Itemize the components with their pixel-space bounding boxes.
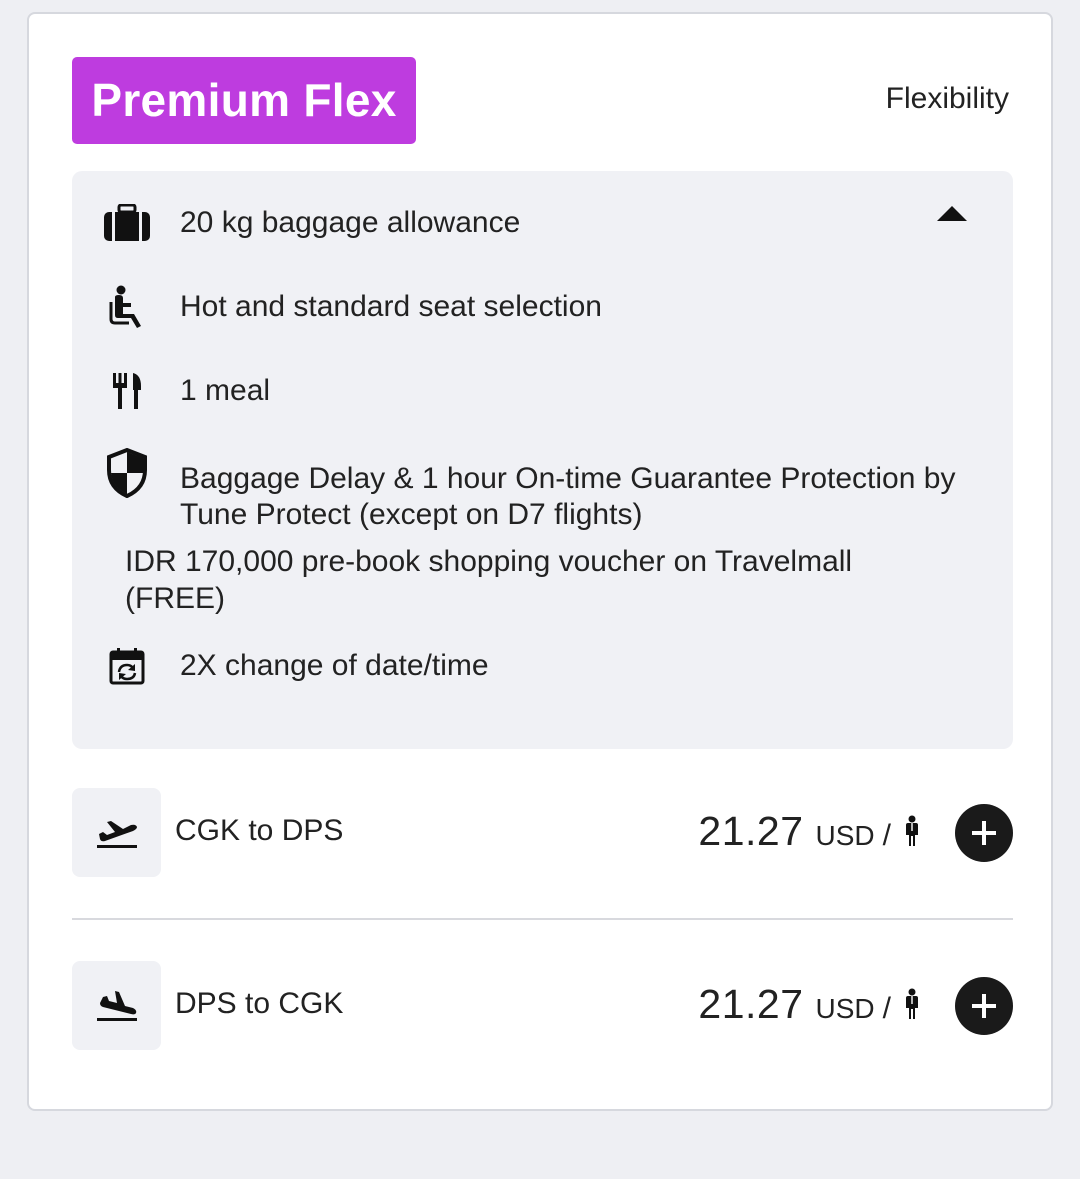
add-return-button[interactable] <box>955 977 1013 1035</box>
plus-icon <box>972 821 996 845</box>
fare-name-badge: Premium Flex <box>72 57 416 144</box>
route-row-outbound: CGK to DPS 21.27 USD / <box>72 788 1013 878</box>
benefit-label: Hot and standard seat selection <box>180 290 602 323</box>
person-icon <box>906 988 918 1019</box>
benefits-panel: 20 kg baggage allowance Hot and standard… <box>72 171 1013 749</box>
landing-icon <box>96 990 137 1021</box>
route-icon-box <box>72 961 161 1050</box>
seat-icon <box>102 285 152 329</box>
plus-icon <box>972 994 996 1018</box>
route-icon-box <box>72 788 161 877</box>
route-label: CGK to DPS <box>175 814 344 847</box>
route-label: DPS to CGK <box>175 987 344 1020</box>
shield-icon <box>102 448 152 498</box>
benefit-label: 20 kg baggage allowance <box>180 206 521 239</box>
fare-subtitle: Flexibility <box>885 82 1009 115</box>
price-amount: 21.27 <box>698 981 804 1027</box>
meal-icon <box>102 369 152 413</box>
benefit-label: 1 meal <box>180 374 271 407</box>
calendar-change-icon <box>102 644 152 688</box>
add-outbound-button[interactable] <box>955 804 1013 862</box>
fare-card: Premium Flex Flexibility 20 kg baggage a… <box>27 12 1053 1111</box>
price-per-separator: / <box>882 992 891 1025</box>
price-per-separator: / <box>882 819 891 852</box>
route-price: 21.27 USD / <box>698 981 921 1028</box>
route-price: 21.27 USD / <box>698 808 921 855</box>
takeoff-icon <box>96 820 137 848</box>
price-currency: USD <box>815 993 875 1024</box>
person-icon <box>906 815 918 846</box>
luggage-icon <box>102 201 152 245</box>
benefit-label: 2X change of date/time <box>180 649 489 682</box>
benefit-voucher: IDR 170,000 pre-book shopping voucher on… <box>125 545 853 615</box>
price-amount: 21.27 <box>698 808 804 854</box>
benefit-label: Baggage Delay & 1 hour On-time Guarantee… <box>180 462 956 531</box>
price-currency: USD <box>815 820 875 851</box>
route-divider <box>72 918 1013 920</box>
route-row-return: DPS to CGK 21.27 USD / <box>72 961 1013 1051</box>
